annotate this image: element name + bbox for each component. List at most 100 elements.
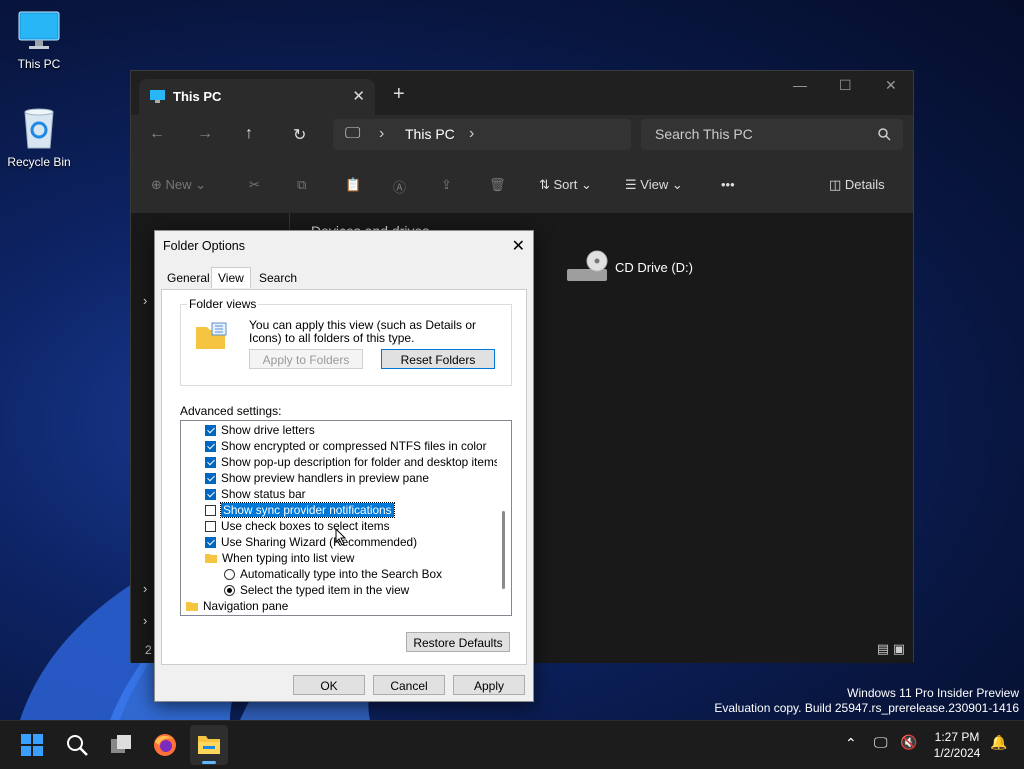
chevron-right-icon[interactable]: › (143, 293, 147, 308)
recycle-bin-icon (24, 108, 54, 149)
monitor-icon (150, 90, 165, 103)
folder-views-group: Folder views You can apply this view (su… (180, 297, 512, 386)
close-tab-icon[interactable]: ✕ (352, 87, 365, 105)
checkbox[interactable] (205, 520, 216, 532)
forward-icon[interactable]: → (197, 125, 213, 143)
checkbox[interactable] (205, 440, 216, 452)
search-input[interactable]: Search This PC (655, 126, 753, 142)
share-icon[interactable]: ⇪ (441, 177, 452, 193)
paste-icon[interactable]: 📋 (345, 177, 361, 193)
setting-use-sharing-wizard[interactable]: Use Sharing Wizard (Recommended) (205, 534, 417, 550)
details-label: Details (844, 177, 885, 192)
cd-drive-item[interactable]: CD Drive (D:) (565, 249, 693, 285)
setting-show-sync-provider-notifications[interactable]: Show sync provider notifications (205, 502, 395, 518)
network-icon[interactable]: 🖵 (874, 734, 888, 751)
chevron-right-icon[interactable]: › (379, 125, 384, 143)
search-icon[interactable] (65, 733, 89, 757)
close-icon[interactable]: ✕ (512, 236, 525, 256)
apply-to-folders-button[interactable]: Apply to Folders (249, 349, 363, 369)
reset-folders-button[interactable]: Reset Folders (381, 349, 495, 369)
taskbar-active-app[interactable] (190, 725, 228, 765)
setting-show-status-bar[interactable]: Show status bar (205, 486, 306, 502)
setting-show-preview-handlers[interactable]: Show preview handlers in preview pane (205, 470, 429, 486)
sort-label: Sort (553, 177, 578, 192)
setting-label: Show drive letters (221, 423, 315, 437)
checkbox[interactable] (205, 456, 216, 468)
address-segment[interactable]: This PC (405, 126, 455, 142)
checkbox[interactable] (205, 504, 216, 516)
tab-this-pc[interactable]: This PC ✕ (139, 79, 375, 115)
setting-select-typed-item[interactable]: Select the typed item in the view (224, 582, 409, 598)
advanced-settings-label: Advanced settings: (180, 404, 282, 418)
back-icon[interactable]: ← (149, 125, 165, 143)
desktop-icon-label: Recycle Bin (7, 155, 71, 169)
setting-show-encrypted-color[interactable]: Show encrypted or compressed NTFS files … (205, 438, 487, 454)
tab-general[interactable]: General (167, 271, 210, 285)
desktop-icon-this-pc[interactable]: This PC (4, 10, 74, 71)
start-icon[interactable] (20, 733, 44, 757)
system-clock[interactable]: 1:27 PM 1/2/2024 (926, 729, 988, 761)
mouse-cursor-icon (335, 528, 347, 546)
view-button[interactable]: ☰ View ⌄ (625, 177, 683, 193)
ok-button[interactable]: OK (293, 675, 365, 695)
refresh-icon[interactable]: ↻ (293, 125, 306, 145)
folder-icon (186, 602, 198, 611)
setting-show-drive-letters[interactable]: Show drive letters (205, 422, 315, 438)
minimize-icon[interactable]: — (793, 77, 807, 93)
sort-button[interactable]: ⇅ Sort ⌄ (539, 177, 592, 193)
notification-icon[interactable]: 🔔 (990, 734, 1007, 751)
scrollbar-thumb[interactable] (502, 511, 505, 589)
chevron-right-icon[interactable]: › (143, 613, 147, 628)
radio-button[interactable] (224, 584, 235, 596)
copy-icon[interactable]: ⧉ (297, 177, 306, 193)
setting-label: Show status bar (221, 487, 306, 501)
up-icon[interactable]: ↑ (245, 125, 253, 143)
setting-auto-type-search-box[interactable]: Automatically type into the Search Box (224, 566, 442, 582)
cut-icon[interactable]: ✂ (249, 177, 260, 193)
view-toggle-icons[interactable]: ▤ ▣ (877, 641, 905, 657)
chevron-right-icon[interactable]: › (469, 125, 474, 143)
tab-search[interactable]: Search (259, 271, 297, 285)
speaker-icon[interactable]: 🔇 (900, 734, 917, 751)
status-item-count: 2 (145, 643, 152, 657)
chevron-up-icon[interactable]: ⌃ (845, 735, 857, 752)
search-box[interactable]: Search This PC (641, 119, 903, 150)
address-bar[interactable]: 🖵 › This PC › (333, 119, 631, 150)
new-button[interactable]: ⊕ New ⌄ (151, 177, 206, 193)
details-button[interactable]: ◫ Details (829, 177, 885, 193)
checkbox[interactable] (205, 424, 216, 436)
more-options-button[interactable]: ••• (721, 177, 735, 192)
search-icon (878, 128, 891, 141)
close-window-icon[interactable]: ✕ (885, 77, 897, 94)
chevron-right-icon[interactable]: › (143, 581, 147, 596)
rename-icon[interactable]: Ⓐ (393, 177, 406, 196)
setting-show-popup-description[interactable]: Show pop-up description for folder and d… (205, 454, 500, 470)
tab-title: This PC (173, 89, 222, 104)
delete-icon[interactable]: 🗑 (489, 177, 506, 193)
setting-label: Navigation pane (203, 599, 289, 613)
monitor-icon: 🖵 (345, 125, 361, 142)
radio-button[interactable] (224, 568, 235, 580)
setting-use-check-boxes[interactable]: Use check boxes to select items (205, 518, 390, 534)
apply-button[interactable]: Apply (453, 675, 525, 695)
drive-label: CD Drive (D:) (615, 259, 693, 275)
setting-label: Select the typed item in the view (240, 583, 410, 597)
checkbox[interactable] (205, 472, 216, 484)
tab-view[interactable]: View (211, 267, 251, 288)
cancel-button[interactable]: Cancel (373, 675, 445, 695)
checkbox[interactable] (205, 488, 216, 500)
desktop-icon-recycle-bin[interactable]: Recycle Bin (4, 106, 74, 169)
file-explorer-icon (198, 736, 220, 754)
dialog-title: Folder Options (163, 239, 245, 253)
restore-defaults-button[interactable]: Restore Defaults (406, 632, 510, 652)
checkbox[interactable] (205, 536, 216, 548)
active-indicator (202, 761, 216, 764)
task-view-icon[interactable] (109, 733, 133, 757)
maximize-icon[interactable]: ☐ (839, 77, 852, 94)
firefox-icon[interactable] (153, 733, 177, 757)
advanced-settings-scrollbar[interactable] (497, 421, 511, 615)
setting-label: When typing into list view (222, 551, 355, 565)
new-tab-button[interactable]: + (393, 83, 405, 106)
new-label: New (165, 177, 192, 192)
advanced-settings-list[interactable]: Show drive letters Show encrypted or com… (180, 420, 512, 616)
